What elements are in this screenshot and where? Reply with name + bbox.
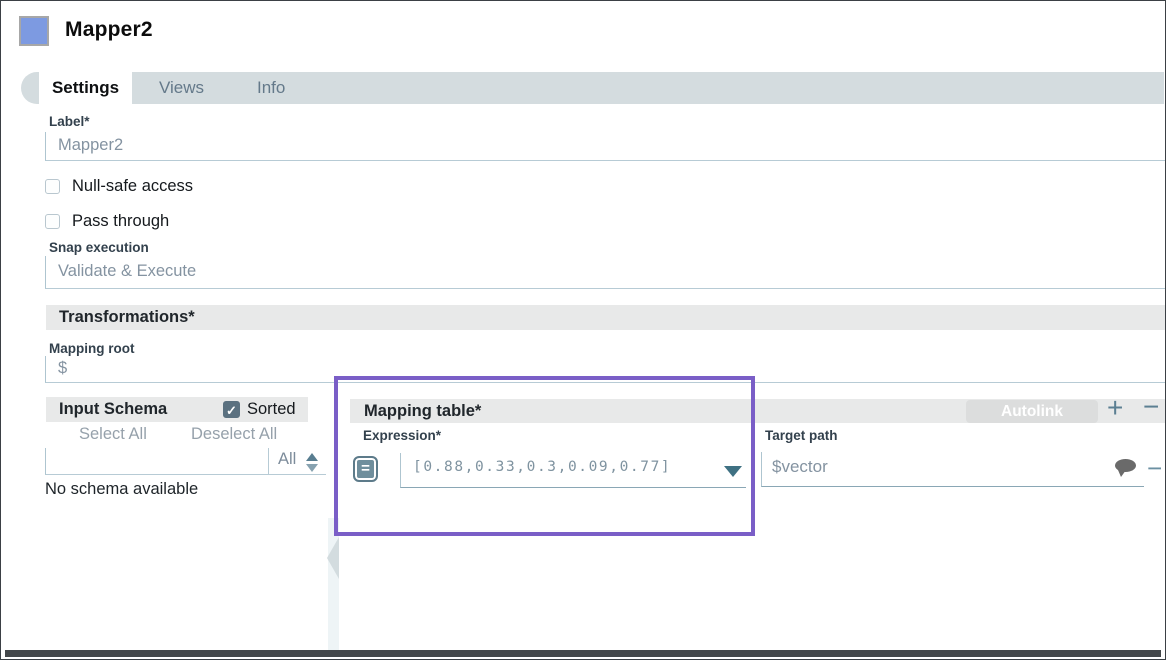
snap-icon: [19, 16, 49, 46]
mapping-table-title: Mapping table*: [364, 399, 481, 423]
schema-scope-value: All: [278, 450, 296, 469]
chevron-up-icon[interactable]: [306, 453, 318, 461]
snap-execution-label: Snap execution: [49, 240, 149, 255]
mapping-root-label: Mapping root: [49, 341, 134, 356]
target-path-label: Target path: [765, 428, 838, 443]
no-schema-message: No schema available: [45, 480, 198, 499]
expression-toggle-button[interactable]: =: [353, 456, 378, 482]
pass-through-checkbox[interactable]: [45, 214, 60, 229]
sorted-label: Sorted: [247, 400, 296, 419]
schema-filter: All: [45, 448, 326, 475]
input-schema-title: Input Schema: [59, 400, 167, 418]
tab-bar: Settings Views Info: [21, 72, 1164, 104]
pass-through-label: Pass through: [72, 212, 169, 231]
target-path-field: [761, 452, 1144, 487]
chevron-down-icon[interactable]: [306, 464, 318, 472]
transformations-section-header: Transformations*: [46, 305, 1165, 330]
mapping-root-input[interactable]: [45, 356, 1165, 383]
remove-row-button[interactable]: −: [1143, 391, 1159, 423]
expression-dropdown-icon[interactable]: [724, 466, 742, 477]
expression-label: Expression*: [363, 428, 441, 443]
mapper-settings-dialog: Mapper2 Settings Views Info Label* Null-…: [0, 0, 1166, 660]
add-row-button[interactable]: +: [1107, 392, 1123, 424]
tab-views[interactable]: Views: [159, 72, 204, 104]
row-remove-button[interactable]: −: [1147, 453, 1162, 484]
expression-field: [400, 453, 746, 488]
deselect-all-link[interactable]: Deselect All: [191, 425, 277, 444]
autolink-button[interactable]: Autolink: [966, 400, 1098, 423]
null-safe-access-checkbox[interactable]: [45, 179, 60, 194]
tab-info[interactable]: Info: [257, 72, 285, 104]
mapping-table-header: Mapping table* Autolink + −: [350, 399, 1165, 423]
label-input[interactable]: [45, 132, 1165, 161]
schema-filter-input[interactable]: [46, 448, 268, 474]
page-title: Mapper2: [65, 18, 153, 42]
target-path-input[interactable]: [772, 457, 1092, 477]
null-safe-access-label: Null-safe access: [72, 177, 193, 196]
label-field-label: Label*: [49, 114, 90, 129]
collapse-panel-chevron-left-icon[interactable]: [327, 537, 339, 579]
bottom-bar: [5, 650, 1161, 657]
sorted-checkbox[interactable]: ✓: [223, 401, 240, 418]
select-all-link[interactable]: Select All: [79, 425, 147, 444]
snap-execution-input[interactable]: [45, 256, 1165, 289]
expression-input[interactable]: [413, 459, 713, 475]
schema-scope-dropdown[interactable]: All: [269, 448, 326, 474]
tab-settings[interactable]: Settings: [39, 72, 132, 104]
comment-icon[interactable]: [1115, 459, 1136, 472]
